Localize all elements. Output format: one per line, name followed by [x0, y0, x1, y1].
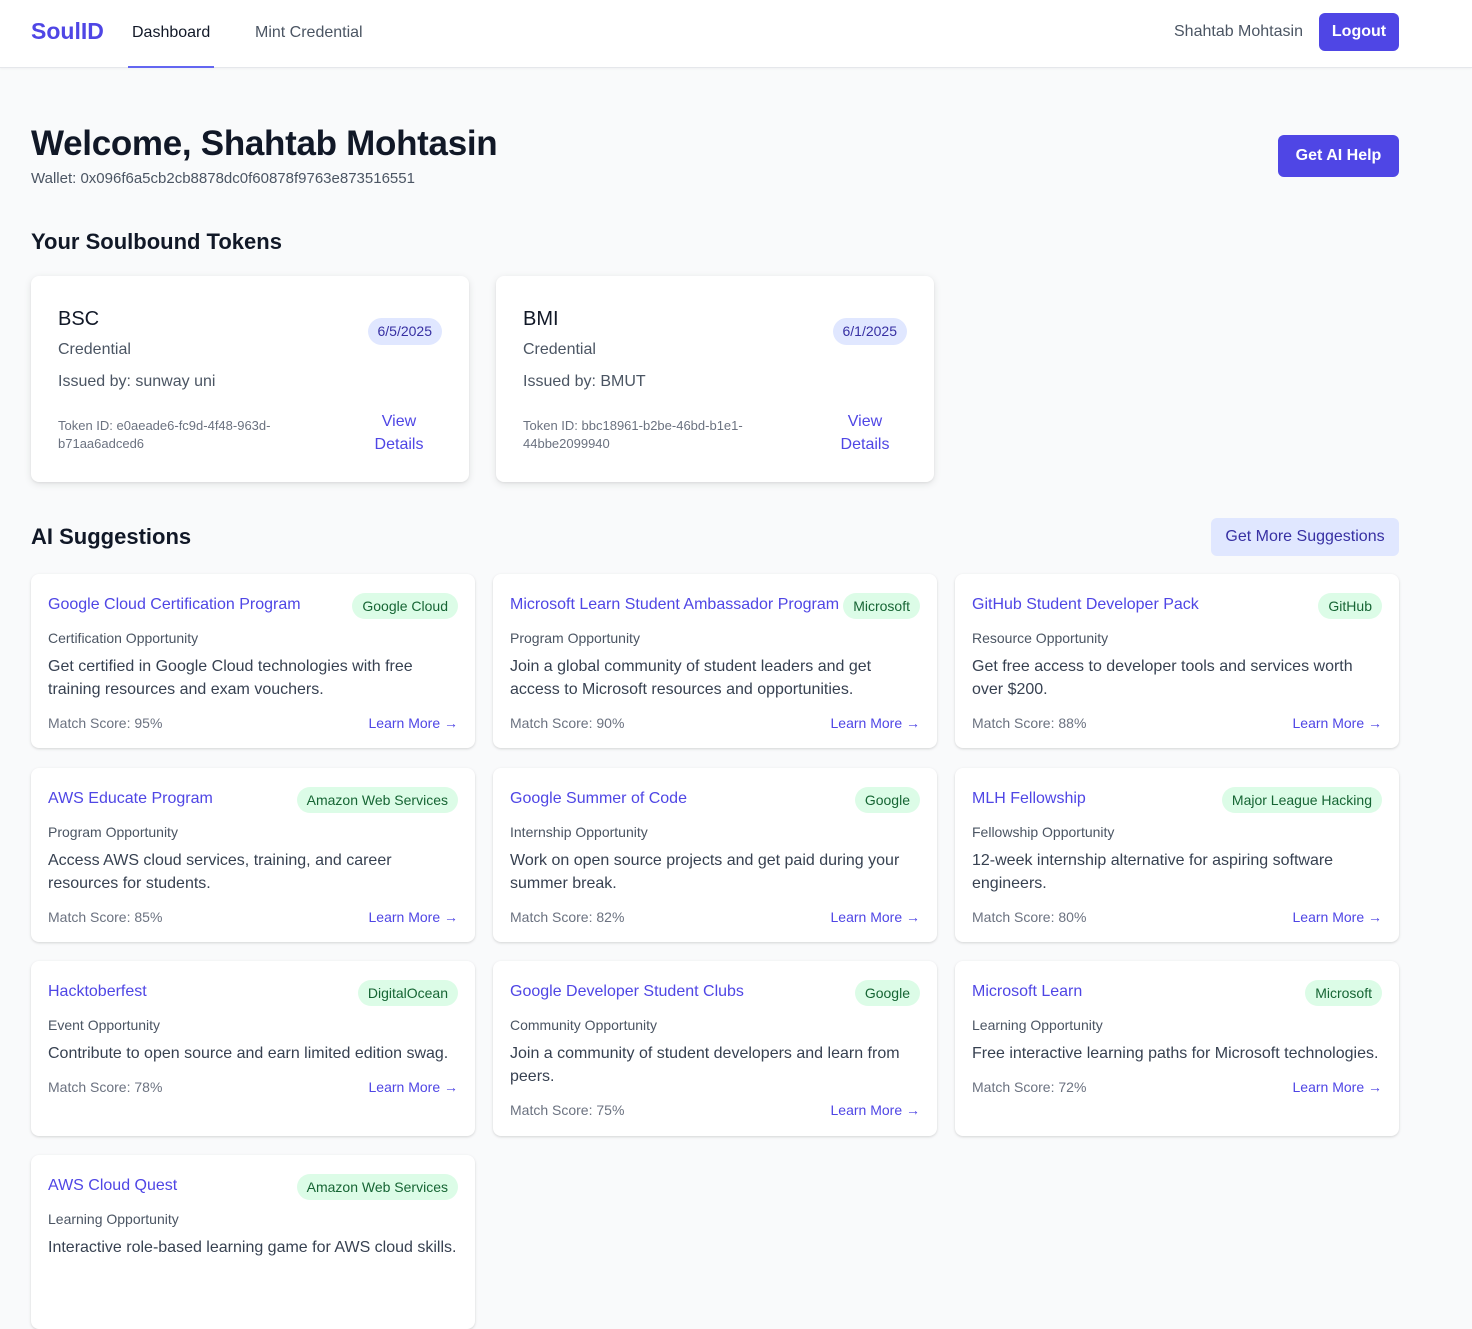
learn-more-link[interactable]: Learn More → [1293, 1079, 1382, 1095]
provider-badge: Google Cloud [352, 593, 458, 619]
opportunity-type: Fellowship Opportunity [972, 824, 1115, 840]
suggestion-description: Free interactive learning paths for Micr… [972, 1045, 1379, 1062]
learn-more-link[interactable]: Learn More → [831, 1102, 920, 1118]
wallet-address: Wallet: 0x096f6a5cb2cb8878dc0f60878f9763… [31, 170, 415, 187]
suggestion-title[interactable]: GitHub Student Developer Pack [972, 596, 1199, 614]
learn-more-link[interactable]: Learn More → [1293, 715, 1382, 731]
suggestion-card: AWS Cloud Quest Amazon Web Services Lear… [31, 1155, 475, 1329]
opportunity-type: Event Opportunity [48, 1017, 161, 1033]
match-score: Match Score: 80% [972, 909, 1087, 925]
logout-button[interactable]: Logout [1319, 13, 1399, 51]
suggestion-card: AWS Educate Program Amazon Web Services … [31, 768, 475, 942]
provider-badge: Google [854, 980, 920, 1006]
learn-more-link[interactable]: Learn More → [369, 1079, 458, 1095]
suggestion-title[interactable]: AWS Cloud Quest [48, 1177, 177, 1195]
token-card: BMI Credential Issued by: BMUT 6/1/2025 … [496, 276, 934, 482]
token-id: Token ID: bbc18961-b2be-46bd-b1e1-44bbe2… [523, 418, 743, 451]
suggestion-card: Google Cloud Certification Program Googl… [31, 574, 475, 748]
learn-more-link[interactable]: Learn More → [369, 715, 458, 731]
opportunity-type: Learning Opportunity [972, 1017, 1103, 1033]
provider-badge: Major League Hacking [1221, 787, 1382, 813]
suggestion-description: Interactive role-based learning game for… [48, 1239, 457, 1256]
learn-more-link[interactable]: Learn More → [369, 909, 458, 925]
opportunity-type: Resource Opportunity [972, 630, 1109, 646]
suggestion-card: Google Developer Student Clubs Google Co… [493, 961, 937, 1136]
opportunity-type: Program Opportunity [48, 824, 178, 840]
suggestion-description: Work on open source projects and get pai… [510, 852, 900, 892]
match-score: Match Score: 72% [972, 1079, 1087, 1095]
suggestion-description: Get free access to developer tools and s… [972, 658, 1353, 698]
ai-suggestions-title: AI Suggestions [31, 524, 192, 549]
provider-badge: Microsoft [843, 593, 920, 619]
get-more-suggestions-button[interactable]: Get More Suggestions [1211, 518, 1399, 556]
suggestion-card: MLH Fellowship Major League Hacking Fell… [955, 768, 1399, 942]
suggestion-card: GitHub Student Developer Pack GitHub Res… [955, 574, 1399, 748]
suggestion-description: Contribute to open source and earn limit… [48, 1045, 449, 1062]
match-score: Match Score: 82% [510, 909, 625, 925]
token-card: BSC Credential Issued by: sunway uni 6/5… [31, 276, 469, 482]
match-score: Match Score: 90% [510, 715, 625, 731]
provider-badge: Amazon Web Services [296, 787, 458, 813]
suggestion-description: 12-week internship alternative for aspir… [972, 852, 1334, 892]
match-score: Match Score: 95% [48, 715, 163, 731]
suggestion-title[interactable]: Google Cloud Certification Program [48, 596, 301, 614]
suggestion-card: Hacktoberfest DigitalOcean Event Opportu… [31, 961, 475, 1136]
suggestion-description: Join a global community of student leade… [510, 658, 872, 698]
suggestion-title[interactable]: AWS Educate Program [48, 790, 213, 808]
opportunity-type: Program Opportunity [510, 630, 640, 646]
provider-badge: Microsoft [1305, 980, 1382, 1006]
suggestion-description: Get certified in Google Cloud technologi… [48, 658, 413, 698]
token-id: Token ID: e0aeade6-fc9d-4f48-963d-b71aa6… [58, 418, 271, 451]
opportunity-type: Certification Opportunity [48, 630, 199, 646]
match-score: Match Score: 78% [48, 1079, 163, 1095]
match-score: Match Score: 75% [510, 1102, 625, 1118]
suggestion-title[interactable]: MLH Fellowship [972, 790, 1086, 808]
provider-badge: Google [854, 787, 920, 813]
token-issuer: Issued by: sunway uni [58, 373, 216, 390]
opportunity-type: Community Opportunity [510, 1017, 658, 1033]
token-type: Credential [58, 341, 131, 358]
provider-badge: GitHub [1318, 593, 1382, 619]
token-name: BSC [58, 308, 100, 330]
suggestion-card: Microsoft Learn Student Ambassador Progr… [493, 574, 937, 748]
token-date-badge: 6/1/2025 [832, 318, 907, 345]
suggestion-title[interactable]: Google Developer Student Clubs [510, 983, 744, 1001]
view-details-link[interactable]: View Details [827, 410, 903, 456]
token-issuer: Issued by: BMUT [523, 373, 646, 390]
suggestion-card: Google Summer of Code Google Internship … [493, 768, 937, 942]
opportunity-type: Internship Opportunity [510, 824, 648, 840]
brand-logo[interactable]: SoulID [31, 18, 104, 45]
token-type: Credential [523, 341, 596, 358]
provider-badge: Amazon Web Services [296, 1174, 458, 1200]
tab-dashboard[interactable]: Dashboard [128, 0, 215, 68]
tokens-section-title: Your Soulbound Tokens [31, 229, 282, 254]
opportunity-type: Learning Opportunity [48, 1211, 179, 1227]
provider-badge: DigitalOcean [357, 980, 458, 1006]
view-details-link[interactable]: View Details [361, 410, 437, 456]
page-title: Welcome, Shahtab Mohtasin [31, 124, 498, 163]
token-name: BMI [523, 308, 559, 330]
suggestion-title[interactable]: Google Summer of Code [510, 790, 687, 808]
match-score: Match Score: 85% [48, 909, 163, 925]
suggestion-title[interactable]: Microsoft Learn [972, 983, 1082, 1001]
suggestion-title[interactable]: Microsoft Learn Student Ambassador Progr… [510, 596, 839, 614]
user-name: Shahtab Mohtasin [1174, 23, 1303, 40]
suggestion-description: Join a community of student developers a… [510, 1045, 900, 1085]
tab-mint-credential[interactable]: Mint Credential [255, 0, 363, 68]
learn-more-link[interactable]: Learn More → [831, 909, 920, 925]
learn-more-link[interactable]: Learn More → [1293, 909, 1382, 925]
match-score: Match Score: 88% [972, 715, 1087, 731]
learn-more-link[interactable]: Learn More → [831, 715, 920, 731]
suggestion-card: Microsoft Learn Microsoft Learning Oppor… [955, 961, 1399, 1136]
suggestion-title[interactable]: Hacktoberfest [48, 983, 147, 1001]
token-date-badge: 6/5/2025 [367, 318, 442, 345]
get-ai-help-button[interactable]: Get AI Help [1278, 135, 1399, 177]
top-navbar: SoulID Dashboard Mint Credential Shahtab… [0, 0, 1472, 68]
suggestion-description: Access AWS cloud services, training, and… [48, 852, 392, 892]
